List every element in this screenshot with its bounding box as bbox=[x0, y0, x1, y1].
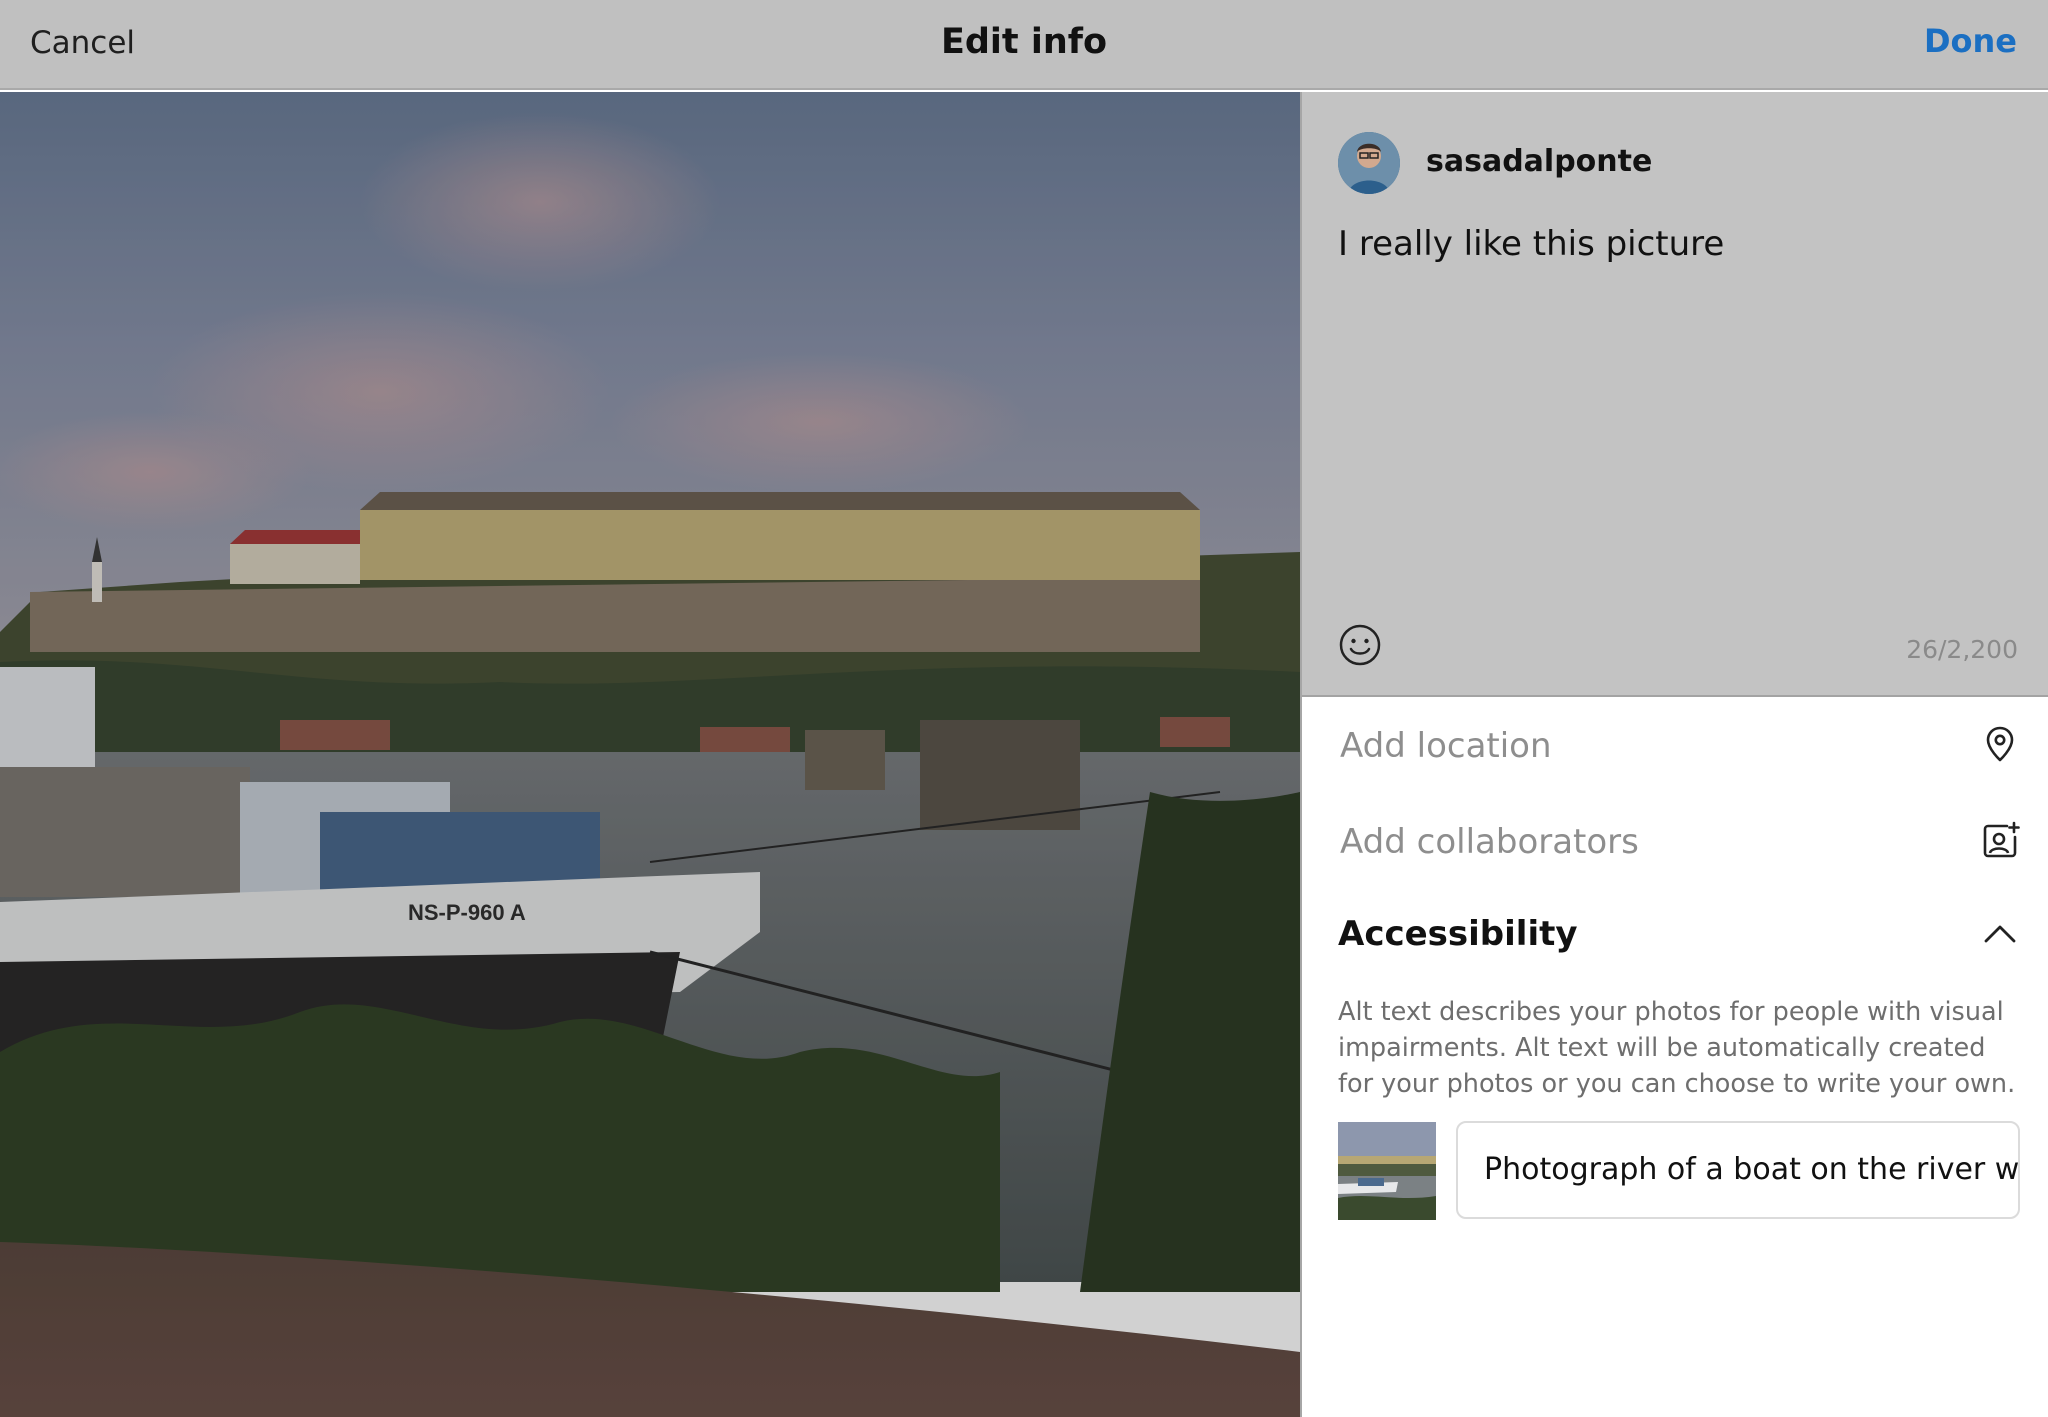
post-photo: NS-P-960 A bbox=[0, 92, 1300, 1417]
alt-text-photo-thumbnail bbox=[1338, 1122, 1436, 1220]
add-collaborators-label: Add collaborators bbox=[1340, 822, 1639, 862]
page-title: Edit info bbox=[940, 22, 1108, 62]
chevron-up-icon bbox=[1984, 925, 2016, 943]
avatar-image bbox=[1338, 132, 1400, 194]
character-count: 26/2,200 bbox=[1906, 635, 2018, 664]
accessibility-section-toggle[interactable]: Accessibility bbox=[1302, 892, 2048, 980]
avatar bbox=[1338, 132, 1400, 194]
add-collaborators-row[interactable]: Add collaborators bbox=[1302, 794, 2048, 890]
edit-panel: sasadalponte I really like this picture … bbox=[1300, 92, 2048, 1417]
done-button[interactable]: Done bbox=[1924, 22, 2017, 60]
alt-text-input[interactable]: Photograph of a boat on the river wit bbox=[1456, 1121, 2020, 1219]
top-bar: Cancel Edit info Done bbox=[0, 0, 2048, 90]
add-person-icon bbox=[1983, 821, 2020, 858]
add-location-label: Add location bbox=[1340, 726, 1552, 766]
photo-illustration: NS-P-960 A bbox=[0, 92, 1300, 1417]
smiley-face-icon bbox=[1339, 624, 1381, 666]
thumbnail-image bbox=[1338, 1122, 1436, 1220]
emoji-button[interactable] bbox=[1338, 623, 1382, 667]
boat-registration-text: NS-P-960 A bbox=[408, 900, 526, 925]
accessibility-description: Alt text describes your photos for peopl… bbox=[1338, 997, 2016, 1099]
accessibility-title: Accessibility bbox=[1338, 914, 1578, 954]
edit-info-screen: Cancel Edit info Done NS-P-960 A sasadal… bbox=[0, 0, 2048, 1417]
username: sasadalponte bbox=[1426, 144, 1653, 179]
location-pin-icon bbox=[1986, 726, 2014, 762]
add-location-row[interactable]: Add location bbox=[1302, 698, 2048, 794]
caption-area: sasadalponte I really like this picture … bbox=[1302, 92, 2048, 697]
caption-input[interactable]: I really like this picture bbox=[1338, 224, 2018, 264]
